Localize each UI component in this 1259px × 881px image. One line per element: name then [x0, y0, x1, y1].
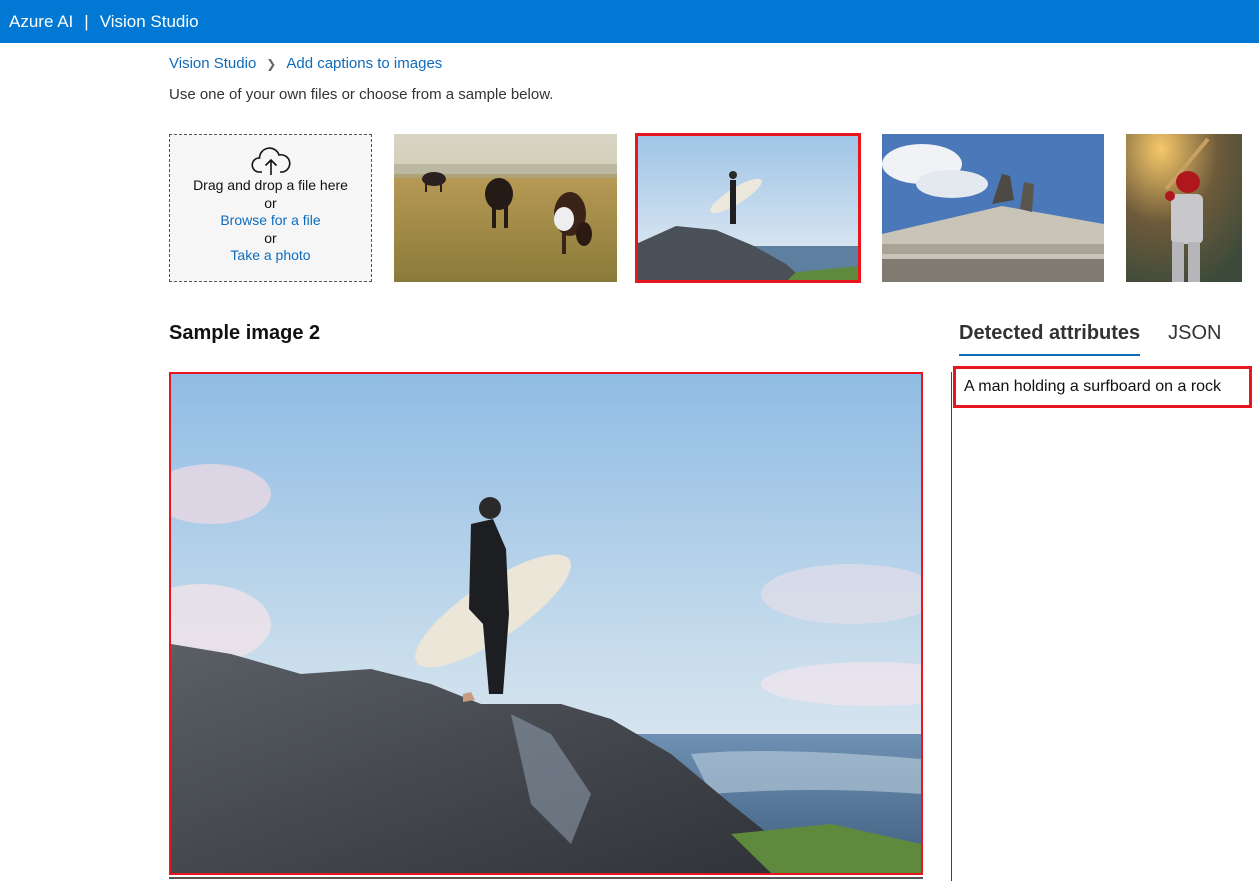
result-tabs: Detected attributes JSON [959, 322, 1222, 356]
breadcrumb-root-link[interactable]: Vision Studio [169, 55, 256, 72]
product-name[interactable]: Vision Studio [100, 12, 199, 32]
or-text: or [264, 229, 277, 246]
top-bar: Azure AI | Vision Studio [0, 0, 1259, 43]
sample-thumbnail-baseball[interactable] [1126, 134, 1242, 282]
tab-json[interactable]: JSON [1168, 322, 1221, 356]
or-text: or [264, 194, 277, 211]
tab-detected-attributes[interactable]: Detected attributes [959, 322, 1141, 356]
sample-thumbnail-cows[interactable] [394, 134, 617, 282]
sample-thumbnail-surfer[interactable] [635, 133, 861, 283]
chevron-right-icon: ❯ [266, 56, 277, 71]
browse-file-link[interactable]: Browse for a file [220, 212, 320, 230]
breadcrumb-current-link[interactable]: Add captions to images [286, 55, 442, 72]
caption-result: A man holding a surfboard on a rock [953, 366, 1252, 408]
intro-text: Use one of your own files or choose from… [169, 86, 554, 103]
caption-text: A man holding a surfboard on a rock [964, 378, 1222, 395]
header-separator: | [84, 11, 89, 31]
panel-divider [951, 372, 952, 881]
breadcrumb: Vision Studio ❯ Add captions to images [169, 55, 442, 72]
brand-name[interactable]: Azure AI [9, 12, 73, 32]
take-photo-link[interactable]: Take a photo [230, 247, 310, 265]
viewer-title: Sample image 2 [169, 322, 321, 344]
image-underline [169, 877, 923, 879]
file-drop-zone[interactable]: Drag and drop a file here or Browse for … [169, 134, 372, 282]
cloud-upload-icon [250, 147, 291, 175]
drag-drop-text: Drag and drop a file here [193, 177, 348, 193]
main-image-preview [169, 372, 923, 875]
sample-thumbnail-building[interactable] [882, 134, 1104, 282]
